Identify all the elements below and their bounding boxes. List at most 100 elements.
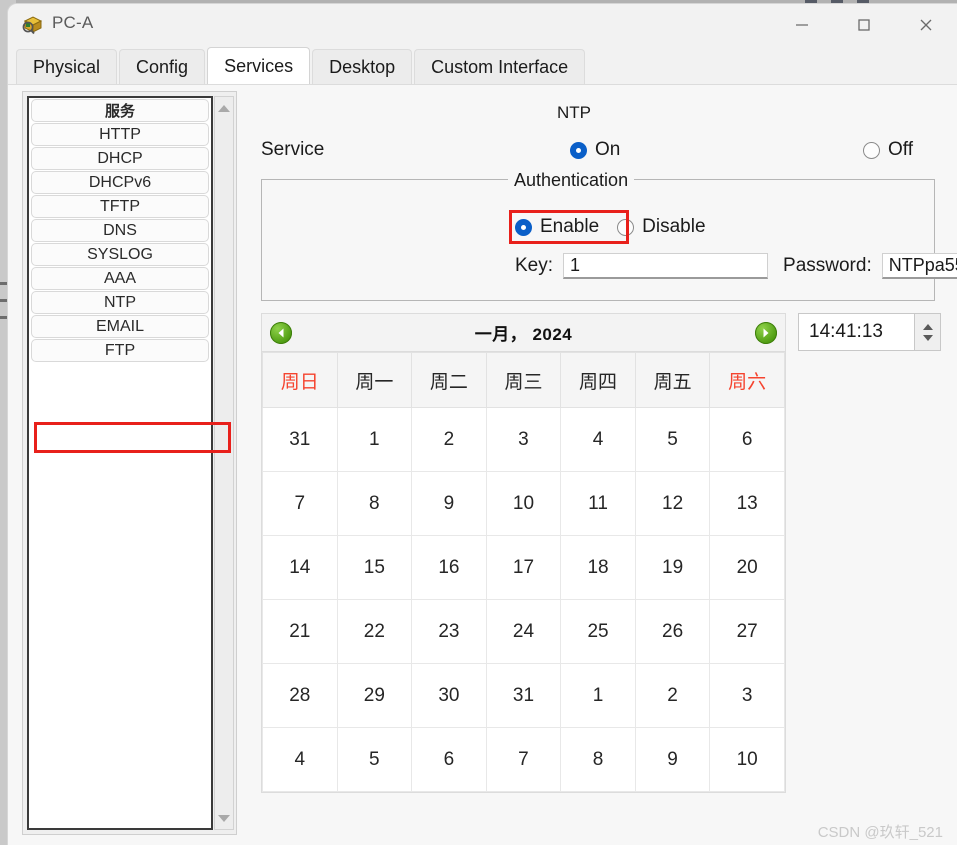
sidebar-item-syslog[interactable]: SYSLOG	[31, 243, 209, 266]
sidebar-item-email[interactable]: EMAIL	[31, 315, 209, 338]
service-on-label: On	[595, 139, 621, 160]
calendar-day-cell[interactable]: 27	[709, 599, 785, 664]
password-value: NTPpa55	[888, 255, 957, 275]
calendar-day-cell[interactable]: 6	[411, 727, 487, 792]
spinner-up-icon[interactable]	[922, 323, 933, 330]
calendar-day-cell[interactable]: 28	[262, 663, 338, 728]
sidebar-item-ntp[interactable]: NTP	[31, 291, 209, 314]
calendar-day-cell[interactable]: 3	[485, 407, 562, 472]
calendar-day-cell[interactable]: 26	[634, 599, 711, 664]
services-list[interactable]: 服务 HTTP DHCP DHCPv6 TFTP DNS SYSLOG AAA NTP EMAIL…	[27, 96, 213, 830]
sidebar-item-http[interactable]: HTTP	[31, 123, 209, 146]
calendar-day-cell[interactable]: 3	[709, 663, 785, 728]
service-off-label: Off	[888, 139, 913, 160]
weekday-header: 周六	[709, 352, 785, 408]
spinner-down-icon[interactable]	[922, 334, 933, 341]
authentication-legend: Authentication	[508, 170, 635, 191]
calendar-day-cell[interactable]: 17	[485, 535, 562, 600]
sidebar-item-dhcpv6[interactable]: DHCPv6	[31, 171, 209, 194]
prev-month-arrow-icon[interactable]	[270, 321, 292, 344]
calendar-day-cell[interactable]: 30	[411, 663, 487, 728]
calendar-day-cell[interactable]: 23	[411, 599, 487, 664]
packet-tracer-device-icon	[22, 14, 44, 36]
close-button[interactable]	[895, 4, 957, 46]
service-off-radio[interactable]: Off	[863, 139, 913, 161]
calendar-day-cell[interactable]: 5	[634, 407, 711, 472]
calendar-day-cell[interactable]: 12	[634, 471, 711, 536]
calendar-day-cell[interactable]: 16	[411, 535, 487, 600]
tab-physical[interactable]: Physical	[16, 49, 118, 84]
calendar-day-cell[interactable]: 9	[411, 471, 487, 536]
calendar-day-cell[interactable]: 10	[485, 471, 562, 536]
key-input[interactable]: 1	[563, 253, 769, 279]
calendar-body: 31 1 2 3 4 5 6 7 8 9 10 11 12 13 14 15 16 17 18 19 20 21 22 23 2…	[262, 407, 785, 792]
sidebar-item-dhcp[interactable]: DHCP	[31, 147, 209, 170]
calendar-day-cell[interactable]: 7	[485, 727, 562, 792]
calendar-day-cell[interactable]: 14	[262, 535, 338, 600]
key-label: Key:	[515, 255, 554, 276]
calendar-day-cell[interactable]: 25	[560, 599, 636, 664]
password-input[interactable]: NTPpa55	[881, 253, 957, 279]
calendar-day-cell[interactable]: 22	[336, 599, 413, 664]
calendar-day-cell[interactable]: 2	[411, 407, 487, 472]
tab-custom-interface[interactable]: Custom Interface	[414, 49, 586, 84]
calendar-day-cell[interactable]: 24	[485, 599, 562, 664]
maximize-button[interactable]	[833, 4, 895, 46]
time-spinner[interactable]: 14:41:13	[798, 313, 941, 351]
tab-services[interactable]: Services	[207, 47, 311, 84]
services-sidebar: 服务 HTTP DHCP DHCPv6 TFTP DNS SYSLOG AAA NTP EMAIL…	[22, 91, 237, 835]
watermark: CSDN @玖轩_521	[817, 824, 943, 841]
calendar-day-cell[interactable]: 29	[336, 663, 413, 728]
sidebar-item-aaa[interactable]: AAA	[31, 267, 209, 290]
sidebar-scrollbar[interactable]	[214, 96, 234, 830]
radio-off-icon	[863, 141, 880, 159]
sidebar-item-服务[interactable]: 服务	[31, 99, 209, 122]
calendar-day-cell[interactable]: 9	[634, 727, 711, 792]
tab-config[interactable]: Config	[119, 49, 206, 84]
calendar-day-cell[interactable]: 8	[560, 727, 636, 792]
calendar-day-cell[interactable]: 20	[709, 535, 785, 600]
sidebar-item-ftp[interactable]: FTP	[31, 339, 209, 362]
calendar-day-cell[interactable]: 13	[709, 471, 785, 536]
calendar-day-cell[interactable]: 2	[634, 663, 711, 728]
calendar-day-cell[interactable]: 31	[485, 663, 562, 728]
calendar-day-cell[interactable]: 11	[560, 471, 636, 536]
calendar-week-row: 21 22 23 24 25 26 27	[262, 599, 785, 664]
calendar-day-cell[interactable]: 8	[336, 471, 413, 536]
sidebar-item-dns[interactable]: DNS	[31, 219, 209, 242]
scroll-down-arrow-icon[interactable]	[215, 809, 233, 827]
calendar-day-cell[interactable]: 5	[336, 727, 413, 792]
time-spinner-buttons[interactable]	[914, 314, 940, 350]
calendar-day-cell[interactable]: 21	[262, 599, 338, 664]
calendar-day-cell[interactable]: 7	[262, 471, 338, 536]
calendar-day-cell[interactable]: 1	[336, 407, 413, 472]
calendar-day-cell[interactable]: 6	[709, 407, 785, 472]
service-on-radio[interactable]: On	[570, 139, 620, 161]
calendar-day-cell[interactable]: 31	[262, 407, 338, 472]
calendar-day-cell[interactable]: 10	[709, 727, 785, 792]
calendar-grid: 周日 周一 周二 周三 周四 周五 周六 31 1 2 3 4 5 6 7 8 9 10 11 12 13 14 15 16…	[262, 352, 785, 792]
auth-disable-radio[interactable]: Disable	[617, 216, 706, 238]
calendar-week-row: 28 29 30 31 1 2 3	[262, 663, 785, 728]
calendar-day-cell[interactable]: 19	[634, 535, 711, 600]
minimize-button[interactable]	[771, 4, 833, 46]
auth-enable-radio[interactable]: Enable	[515, 216, 599, 238]
panel-heading: NTP	[557, 103, 591, 122]
weekday-header: 周一	[336, 352, 413, 408]
content-area: 服务 HTTP DHCP DHCPv6 TFTP DNS SYSLOG AAA NTP EMAIL…	[8, 84, 957, 845]
next-month-arrow-icon[interactable]	[754, 321, 777, 344]
calendar-day-cell[interactable]: 1	[560, 663, 636, 728]
weekday-header: 周日	[262, 352, 338, 408]
calendar-month-title[interactable]: 一月， 2024	[475, 320, 573, 345]
calendar-day-cell[interactable]: 18	[560, 535, 636, 600]
auth-enable-label: Enable	[540, 216, 600, 237]
calendar-weekday-row: 周日 周一 周二 周三 周四 周五 周六	[262, 352, 785, 408]
date-calendar: 一月， 2024 周日 周一 周二 周三 周四 周五 周六 31 1 2 3 4 5 6 7 8 9 10 11 1…	[261, 313, 786, 793]
sidebar-item-tftp[interactable]: TFTP	[31, 195, 209, 218]
time-value[interactable]: 14:41:13	[799, 321, 914, 343]
window-controls	[771, 4, 957, 46]
tab-desktop[interactable]: Desktop	[312, 49, 413, 84]
calendar-day-cell[interactable]: 4	[560, 407, 636, 472]
calendar-day-cell[interactable]: 4	[262, 727, 338, 792]
calendar-day-cell[interactable]: 15	[336, 535, 413, 600]
